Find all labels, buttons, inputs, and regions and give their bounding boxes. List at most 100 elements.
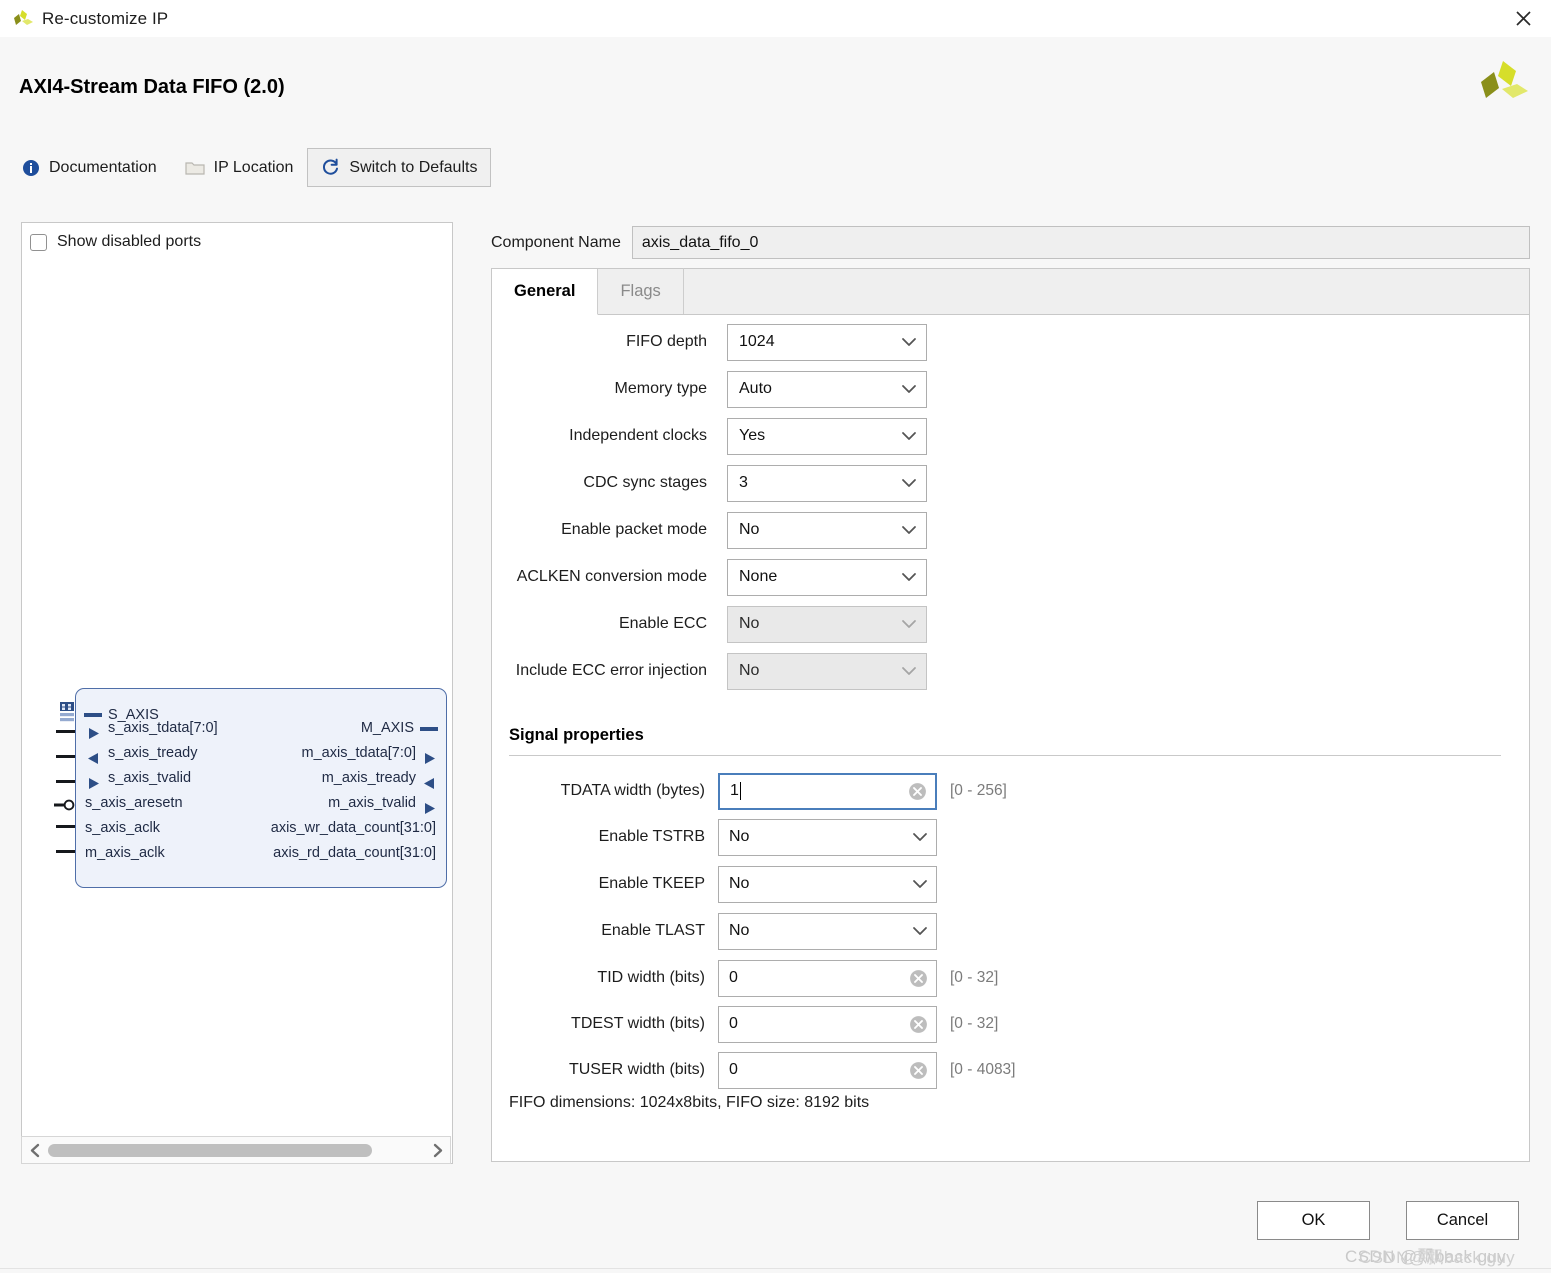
combo-memory-type-value: Auto	[739, 380, 772, 397]
chevron-left-icon	[30, 1143, 39, 1157]
range-tdata-width: [0 - 256]	[950, 782, 1007, 799]
port-label-axis-rd-data-count: axis_rd_data_count[31:0]	[273, 845, 436, 861]
combo-independent-clocks-value: Yes	[739, 427, 766, 444]
port-label-s-axis-tvalid: s_axis_tvalid	[108, 770, 192, 786]
header-band: AXI4-Stream Data FIFO (2.0) Documentatio…	[0, 37, 1551, 192]
tab-general[interactable]: General	[492, 269, 599, 315]
signal-properties-title: Signal properties	[509, 726, 644, 744]
scroll-track[interactable]	[48, 1137, 424, 1163]
tab-body-general: FIFO depth 1024 Memory type Auto Indepen…	[492, 315, 1529, 1161]
footer-divider	[0, 1268, 1551, 1269]
input-tdest-width[interactable]: 0	[718, 1005, 937, 1043]
field-row-enable-ecc: Enable ECC No	[492, 605, 927, 643]
show-disabled-ports-row[interactable]: Show disabled ports	[30, 233, 201, 251]
pin-stub	[56, 825, 75, 828]
dialog-footer: OK Cancel	[0, 1170, 1551, 1273]
bus-connector-icon	[60, 702, 74, 722]
ip-location-button[interactable]: IP Location	[171, 148, 308, 187]
show-disabled-ports-checkbox[interactable]	[30, 233, 47, 251]
text-caret	[739, 782, 741, 800]
port-label-m-axis-tvalid: m_axis_tvalid	[328, 795, 416, 811]
tab-flags-label: Flags	[620, 281, 661, 300]
field-row-memory-type: Memory type Auto	[492, 370, 927, 408]
chevron-down-icon	[902, 432, 916, 440]
field-row-tdest-width: TDEST width (bits) 0 [0 - 32]	[492, 1004, 998, 1044]
bus-dash-icon	[420, 727, 438, 731]
cancel-button-label: Cancel	[1436, 1211, 1489, 1229]
combo-enable-ecc[interactable]: No	[727, 605, 927, 643]
combo-cdc-sync-stages-value: 3	[739, 474, 748, 491]
port-label-m-axis: M_AXIS	[360, 720, 414, 736]
field-row-enable-tkeep: Enable TKEEP No	[492, 864, 937, 904]
tab-flags[interactable]: Flags	[598, 268, 684, 314]
window-title: Re-customize IP	[42, 8, 169, 28]
component-name-value: axis_data_fifo_0	[641, 233, 759, 251]
page-title: AXI4-Stream Data FIFO (2.0)	[19, 76, 285, 98]
ok-button[interactable]: OK	[1257, 1201, 1370, 1240]
field-row-tdata-width: TDATA width (bytes) 1 [0 - 256]	[492, 771, 1007, 811]
combo-enable-tstrb[interactable]: No	[718, 818, 937, 856]
chevron-down-icon	[902, 667, 916, 675]
combo-cdc-sync-stages[interactable]: 3	[727, 464, 927, 502]
chevron-down-icon	[902, 338, 916, 346]
range-tdest-width: [0 - 32]	[950, 1015, 999, 1032]
scroll-left-button[interactable]	[22, 1137, 48, 1163]
field-row-tid-width: TID width (bits) 0 [0 - 32]	[492, 958, 998, 998]
clear-icon[interactable]	[909, 1061, 928, 1080]
arrow-left-icon	[424, 778, 434, 789]
combo-include-ecc-error-injection-value: No	[739, 662, 760, 679]
label-include-ecc-error-injection: Include ECC error injection	[515, 662, 707, 679]
clear-icon[interactable]	[909, 1015, 928, 1034]
combo-enable-packet-mode[interactable]: No	[727, 511, 927, 549]
field-row-independent-clocks: Independent clocks Yes	[492, 417, 927, 455]
combo-memory-type[interactable]: Auto	[727, 370, 927, 408]
input-tdata-width[interactable]: 1	[718, 772, 937, 810]
label-tuser-width: TUSER width (bits)	[568, 1061, 705, 1078]
component-name-input[interactable]: axis_data_fifo_0	[631, 226, 1530, 259]
field-row-enable-packet-mode: Enable packet mode No	[492, 511, 927, 549]
input-tid-width-value: 0	[729, 969, 738, 986]
input-tuser-width[interactable]: 0	[718, 1051, 937, 1089]
combo-enable-ecc-value: No	[739, 615, 760, 632]
arrow-right-icon	[425, 753, 435, 764]
tab-strip: General Flags	[492, 268, 1529, 315]
port-label-s-axis-aclk: s_axis_aclk	[85, 820, 160, 836]
ip-location-label: IP Location	[213, 158, 294, 176]
close-button[interactable]	[1495, 0, 1551, 37]
combo-aclken-conversion-mode[interactable]: None	[727, 558, 927, 596]
input-tdata-width-value: 1	[730, 782, 739, 799]
watermark-overlay-text: CSDN@飘back guy	[1359, 1248, 1516, 1267]
label-fifo-depth: FIFO depth	[626, 333, 707, 350]
cancel-button[interactable]: Cancel	[1406, 1201, 1519, 1240]
combo-enable-tlast[interactable]: No	[718, 912, 937, 950]
chevron-down-icon	[902, 526, 916, 534]
label-enable-ecc: Enable ECC	[618, 615, 707, 632]
ip-symbol-block: S_AXIS s_axis_tdata[7:0] s_axis_tready s…	[54, 688, 447, 888]
clear-icon[interactable]	[908, 782, 927, 801]
port-diagram-panel: Show disabled ports S_AXIS s_axis_tdata[…	[21, 222, 453, 1164]
documentation-button[interactable]: Documentation	[8, 148, 171, 187]
switch-to-defaults-button[interactable]: Switch to Defaults	[307, 148, 492, 187]
label-tdest-width: TDEST width (bits)	[571, 1015, 705, 1032]
field-row-fifo-depth: FIFO depth 1024	[492, 323, 927, 361]
combo-independent-clocks[interactable]: Yes	[727, 417, 927, 455]
scroll-right-button[interactable]	[424, 1137, 450, 1163]
combo-fifo-depth[interactable]: 1024	[727, 323, 927, 361]
combo-include-ecc-error-injection[interactable]: No	[727, 652, 927, 690]
port-label-s-axis-tdata: s_axis_tdata[7:0]	[108, 720, 218, 736]
component-name-label: Component Name	[491, 233, 621, 251]
port-label-axis-wr-data-count: axis_wr_data_count[31:0]	[270, 820, 436, 836]
info-icon	[23, 159, 39, 176]
combo-enable-tkeep[interactable]: No	[718, 865, 937, 903]
input-tdest-width-value: 0	[729, 1015, 738, 1032]
tab-general-label: General	[514, 282, 576, 300]
label-tid-width: TID width (bits)	[597, 969, 705, 986]
recustomize-ip-dialog: Re-customize IP AXI4-Stream Data FIFO (2…	[0, 0, 1551, 1273]
clear-icon[interactable]	[909, 969, 928, 988]
scroll-thumb[interactable]	[48, 1143, 372, 1157]
input-tid-width[interactable]: 0	[718, 959, 937, 997]
show-disabled-ports-label: Show disabled ports	[57, 233, 202, 250]
chevron-right-icon	[433, 1143, 442, 1157]
diagram-horizontal-scrollbar[interactable]	[21, 1136, 451, 1164]
title-bar: Re-customize IP	[0, 0, 1551, 38]
